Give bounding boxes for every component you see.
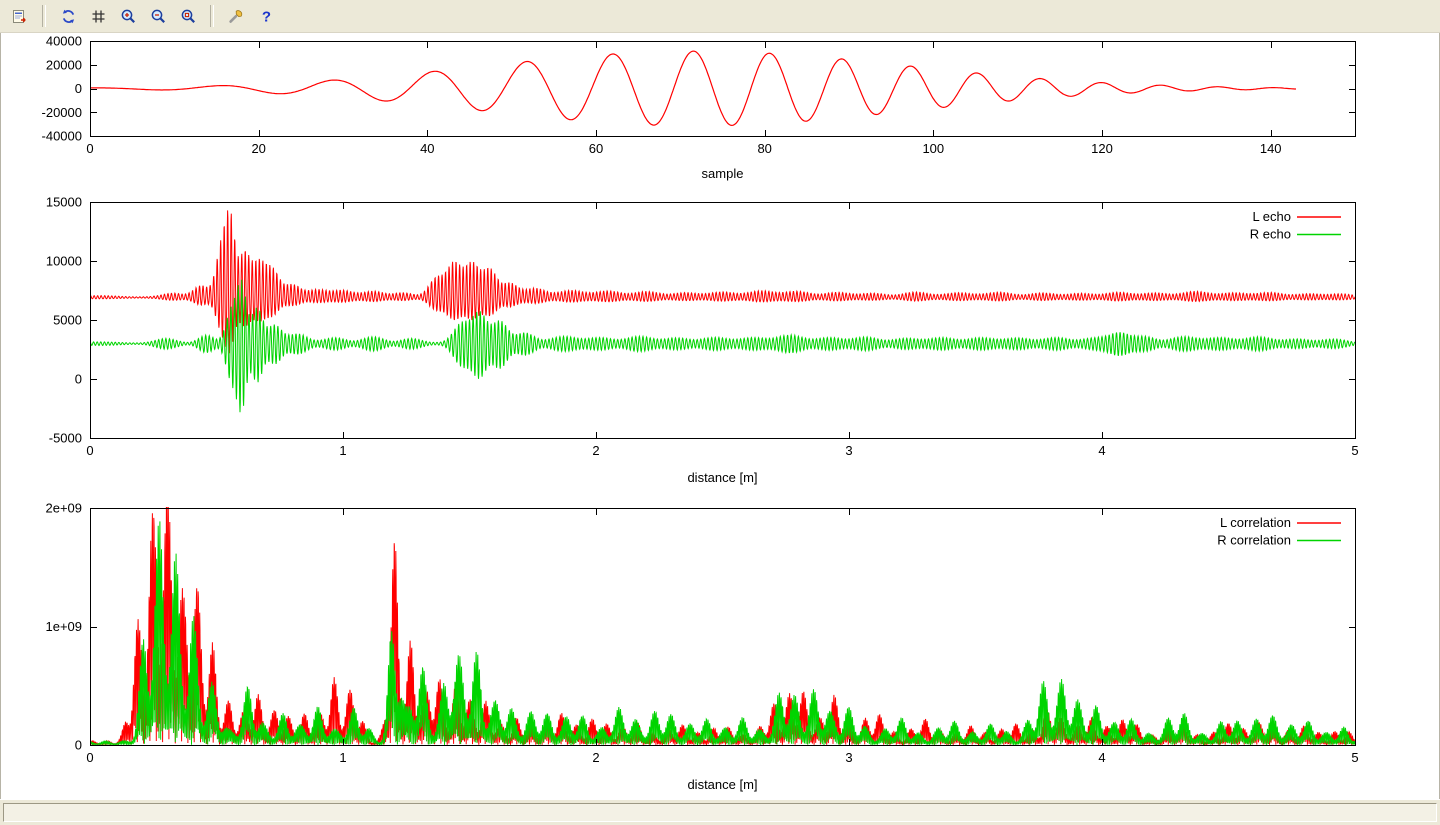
help-icon: ? bbox=[258, 8, 275, 25]
y-tick-label: 0 bbox=[75, 81, 82, 96]
zoom-region-icon bbox=[120, 8, 137, 25]
legend-label: L correlation bbox=[1220, 515, 1291, 530]
x-tick-label: 2 bbox=[592, 750, 599, 765]
zoom-region-button[interactable] bbox=[114, 3, 142, 29]
chart-1-series bbox=[90, 51, 1296, 125]
zoom-previous-button[interactable] bbox=[144, 3, 172, 29]
x-tick-label: 120 bbox=[1091, 141, 1113, 156]
y-tick-label: 40000 bbox=[46, 34, 82, 49]
x-tick-label: 1 bbox=[339, 443, 346, 458]
chart-1-axes bbox=[91, 42, 1356, 137]
series-chirp-pulse bbox=[90, 51, 1296, 125]
x-tick-label: 0 bbox=[86, 141, 93, 156]
x-tick-label: 20 bbox=[251, 141, 265, 156]
plot-canvas[interactable]: 020406080100120140-40000-200000200004000… bbox=[0, 0, 1440, 825]
y-tick-label: 20000 bbox=[46, 57, 82, 72]
svg-text:?: ? bbox=[261, 8, 270, 25]
configure-button[interactable] bbox=[222, 3, 250, 29]
y-tick-label: 0 bbox=[75, 738, 82, 753]
toolbar: ? bbox=[0, 0, 1440, 33]
legend-label: R correlation bbox=[1217, 533, 1291, 548]
chart-1: 0 20 40 60 80 100 120 140 -40000 -20000 0 20000 4000… bbox=[42, 34, 1356, 182]
x-tick-label: 100 bbox=[922, 141, 944, 156]
series-l-echo bbox=[90, 210, 1355, 353]
statusbar bbox=[0, 799, 1440, 825]
y-tick-label: 2e+09 bbox=[45, 501, 82, 516]
y-tick-label: -5000 bbox=[49, 431, 82, 446]
x-tick-label: 1 bbox=[339, 750, 346, 765]
x-tick-label: 4 bbox=[1098, 750, 1105, 765]
replot-button[interactable] bbox=[54, 3, 82, 29]
x-tick-label: 60 bbox=[589, 141, 603, 156]
chart-2-axes bbox=[91, 203, 1356, 439]
gnuplot-window: ? 020406080100120140-40000-2000002000040… bbox=[0, 0, 1440, 825]
refresh-icon bbox=[60, 8, 77, 25]
x-tick-label: 5 bbox=[1351, 443, 1358, 458]
chart-3-series bbox=[90, 490, 1355, 745]
zoom-reset-icon bbox=[180, 8, 197, 25]
chart-2-series bbox=[90, 210, 1355, 412]
legend-label: L echo bbox=[1252, 209, 1291, 224]
x-tick-label: 0 bbox=[86, 443, 93, 458]
export-button[interactable] bbox=[6, 3, 34, 29]
y-tick-label: 15000 bbox=[46, 195, 82, 210]
toolbar-separator bbox=[42, 5, 46, 27]
zoom-previous-icon bbox=[150, 8, 167, 25]
y-tick-label: 0 bbox=[75, 372, 82, 387]
chart-3: 0 1 2 3 4 5 0 1e+09 2e+09 distance [m] L correlati… bbox=[45, 490, 1358, 792]
statusbar-text bbox=[3, 803, 1437, 822]
y-tick-label: 1e+09 bbox=[45, 619, 82, 634]
legend-label: R echo bbox=[1250, 227, 1291, 242]
zoom-reset-button[interactable] bbox=[174, 3, 202, 29]
help-button[interactable]: ? bbox=[252, 3, 280, 29]
chart-2-xlabel: distance [m] bbox=[687, 470, 757, 485]
y-tick-label: -20000 bbox=[42, 105, 82, 120]
y-tick-label: 10000 bbox=[46, 254, 82, 269]
export-clipboard-icon bbox=[12, 8, 29, 25]
x-tick-label: 80 bbox=[757, 141, 771, 156]
x-tick-label: 140 bbox=[1260, 141, 1282, 156]
chart-3-xlabel: distance [m] bbox=[687, 777, 757, 792]
chart-1-labels: 0 20 40 60 80 100 120 140 -40000 -20000 0 20000 4000… bbox=[42, 34, 1282, 182]
x-tick-label: 40 bbox=[420, 141, 434, 156]
series-l-correlation bbox=[90, 490, 1355, 745]
x-tick-label: 5 bbox=[1351, 750, 1358, 765]
wrench-icon bbox=[228, 8, 245, 25]
x-tick-label: 2 bbox=[592, 443, 599, 458]
toolbar-separator bbox=[210, 5, 214, 27]
y-tick-label: -40000 bbox=[42, 129, 82, 144]
grid-button[interactable] bbox=[84, 3, 112, 29]
chart-3-labels: 0 1 2 3 4 5 0 1e+09 2e+09 distance [m] L correlati… bbox=[45, 501, 1358, 793]
x-tick-label: 0 bbox=[86, 750, 93, 765]
x-tick-label: 3 bbox=[845, 750, 852, 765]
chart-2: 0 1 2 3 4 5 -5000 0 5000 10000 15000 distance [m] L … bbox=[46, 195, 1359, 486]
x-tick-label: 4 bbox=[1098, 443, 1105, 458]
chart-1-xlabel: sample bbox=[702, 166, 744, 181]
grid-icon bbox=[90, 8, 107, 25]
y-tick-label: 5000 bbox=[53, 313, 82, 328]
series-r-correlation bbox=[90, 521, 1355, 745]
x-tick-label: 3 bbox=[845, 443, 852, 458]
chart-3-axes bbox=[91, 509, 1356, 746]
